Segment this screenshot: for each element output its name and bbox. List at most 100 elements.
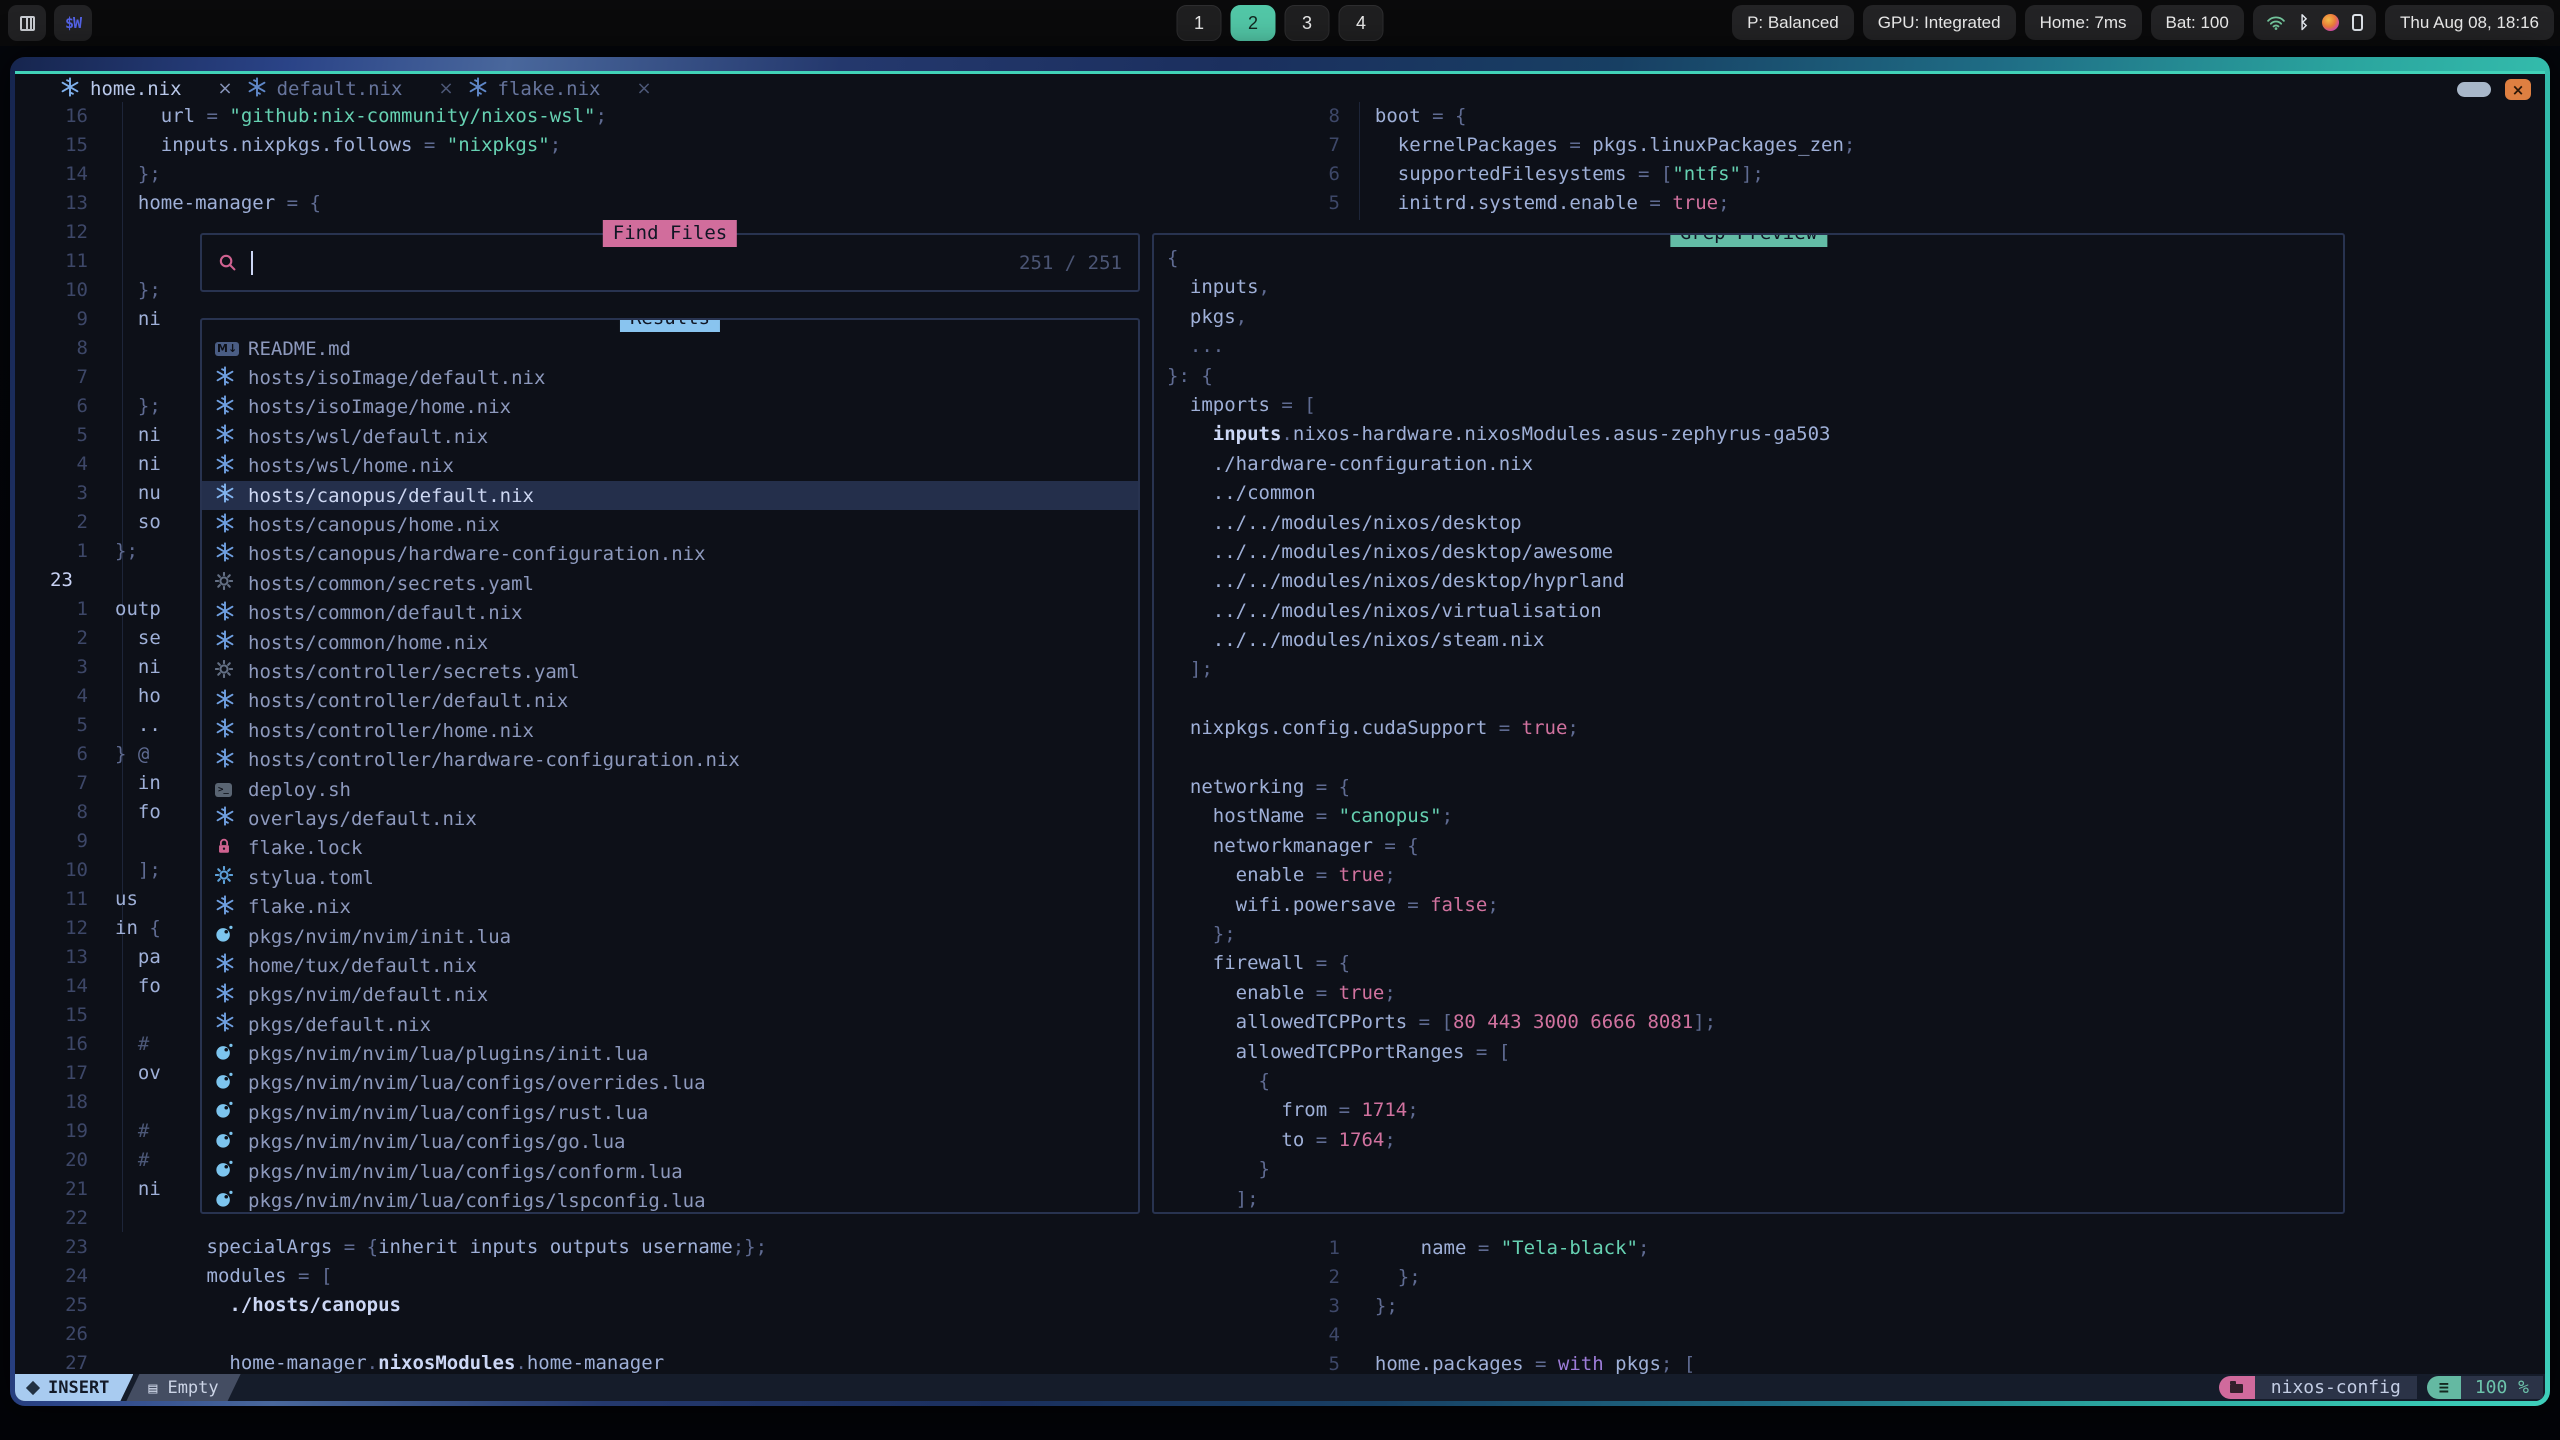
result-item[interactable]: pkgs/nvim/nvim/lua/configs/lspconfig.lua — [202, 1186, 1138, 1214]
line-number: 26 — [48, 1320, 88, 1349]
result-item[interactable]: M↓README.md — [202, 334, 1138, 363]
right-editor-pane-top[interactable]: 8 boot = {7 kernelPackages = pkgs.linuxP… — [1310, 102, 1855, 218]
right-editor-pane-bottom[interactable]: 1 name = "Tela-black";2 };3 };45 home.pa… — [1310, 1234, 1695, 1379]
result-filename: pkgs/nvim/nvim/lua/configs/lspconfig.lua — [248, 1190, 706, 1212]
editor-window-body: home.nix×default.nix×flake.nix× × 16 url… — [15, 71, 2545, 1401]
line-number: 1 — [48, 537, 88, 566]
result-filename: pkgs/nvim/default.nix — [248, 984, 488, 1006]
result-item[interactable]: hosts/controller/hardware-configuration.… — [202, 745, 1138, 774]
window-pill-button[interactable] — [2457, 82, 2491, 97]
result-item[interactable]: hosts/canopus/default.nix — [202, 481, 1138, 510]
preview-line: hostName = "canopus"; — [1167, 802, 1830, 831]
window-close-button[interactable]: × — [2505, 79, 2531, 100]
result-item[interactable]: hosts/common/secrets.yaml — [202, 569, 1138, 598]
result-item[interactable]: hosts/isoImage/default.nix — [202, 363, 1138, 392]
bluetooth-icon[interactable]: ᛒ — [2299, 13, 2309, 33]
result-item[interactable]: pkgs/nvim/nvim/lua/configs/overrides.lua — [202, 1069, 1138, 1098]
line-number: 5 — [48, 421, 88, 450]
result-filename: hosts/common/default.nix — [248, 602, 523, 624]
battery-status: Bat: 100 — [2151, 5, 2244, 40]
preview-code: { inputs, pkgs, ...}: { imports = [ inpu… — [1167, 244, 1830, 1214]
preview-line — [1167, 744, 1830, 773]
result-filename: hosts/controller/default.nix — [248, 690, 568, 712]
preview-line: ../../modules/nixos/desktop/awesome — [1167, 538, 1830, 567]
tab-flake.nix[interactable]: flake.nix× — [468, 77, 652, 101]
result-filename: pkgs/default.nix — [248, 1014, 431, 1036]
preview-line: ./hardware-configuration.nix — [1167, 450, 1830, 479]
result-item[interactable]: hosts/wsl/home.nix — [202, 452, 1138, 481]
nix-icon — [215, 630, 235, 655]
result-item[interactable]: overlays/default.nix — [202, 804, 1138, 833]
result-item[interactable]: hosts/canopus/hardware-configuration.nix — [202, 540, 1138, 569]
lua-icon — [215, 1072, 233, 1095]
result-item[interactable]: hosts/common/home.nix — [202, 628, 1138, 657]
lua-icon — [215, 1190, 233, 1213]
system-tray[interactable]: ᛒ — [2253, 5, 2376, 40]
result-item[interactable]: pkgs/nvim/nvim/lua/configs/conform.lua — [202, 1157, 1138, 1186]
preview-line: { — [1167, 1067, 1830, 1096]
result-item[interactable]: pkgs/default.nix — [202, 1010, 1138, 1039]
nix-icon — [215, 454, 235, 479]
result-filename: hosts/controller/hardware-configuration.… — [248, 749, 740, 771]
close-tab-icon[interactable]: × — [438, 78, 453, 99]
code-line: 7 kernelPackages = pkgs.linuxPackages_ze… — [1310, 131, 1855, 160]
result-item[interactable]: pkgs/nvim/default.nix — [202, 981, 1138, 1010]
firefox-icon[interactable] — [2322, 14, 2339, 31]
code-line: 6 supportedFilesystems = ["ntfs"]; — [1310, 160, 1855, 189]
line-number: 16 — [48, 1030, 88, 1059]
result-item[interactable]: hosts/controller/default.nix — [202, 687, 1138, 716]
result-item[interactable]: pkgs/nvim/nvim/init.lua — [202, 922, 1138, 951]
workspace-4[interactable]: 4 — [1339, 5, 1384, 41]
result-item[interactable]: flake.nix — [202, 892, 1138, 921]
close-tab-icon[interactable]: × — [218, 78, 233, 99]
mode-label: INSERT — [48, 1378, 109, 1398]
result-item[interactable]: pkgs/nvim/nvim/lua/configs/go.lua — [202, 1128, 1138, 1157]
nix-icon — [247, 77, 267, 101]
line-number: 6 — [48, 740, 88, 769]
tab-home.nix[interactable]: home.nix× — [60, 77, 233, 101]
yaml-gear-icon — [215, 660, 233, 683]
phone-icon[interactable] — [2352, 14, 2363, 31]
workspace-3[interactable]: 3 — [1285, 5, 1330, 41]
preview-line: to = 1764; — [1167, 1126, 1830, 1155]
app-launcher-button[interactable] — [8, 5, 46, 41]
line-number: 5 — [48, 711, 88, 740]
toml-gear-icon — [215, 866, 233, 889]
result-item[interactable]: hosts/controller/secrets.yaml — [202, 657, 1138, 686]
result-filename: pkgs/nvim/nvim/lua/configs/rust.lua — [248, 1102, 648, 1124]
close-tab-icon[interactable]: × — [637, 78, 652, 99]
code-line: 13 home-manager = { — [48, 189, 767, 218]
workspace-1[interactable]: 1 — [1177, 5, 1222, 41]
wifi-icon[interactable] — [2266, 14, 2286, 31]
window-controls: × — [2457, 79, 2531, 100]
result-filename: hosts/canopus/home.nix — [248, 514, 500, 536]
result-filename: pkgs/nvim/nvim/lua/configs/overrides.lua — [248, 1072, 706, 1094]
preview-line: ../../modules/nixos/steam.nix — [1167, 626, 1830, 655]
result-item[interactable]: pkgs/nvim/nvim/lua/configs/rust.lua — [202, 1098, 1138, 1127]
result-filename: hosts/common/home.nix — [248, 632, 488, 654]
find-files-popup[interactable]: Find Files 251 / 251 — [200, 233, 1140, 292]
workspace-2[interactable]: 2 — [1231, 5, 1276, 41]
folder-icon — [2230, 1384, 2243, 1393]
result-item[interactable]: flake.lock — [202, 834, 1138, 863]
result-item[interactable]: home/tux/default.nix — [202, 951, 1138, 980]
lua-icon — [215, 1043, 233, 1066]
nix-icon — [215, 542, 235, 567]
buffer-label: Empty — [167, 1378, 218, 1398]
result-item[interactable]: hosts/isoImage/home.nix — [202, 393, 1138, 422]
result-item[interactable]: hosts/wsl/default.nix — [202, 422, 1138, 451]
result-item[interactable]: >_deploy.sh — [202, 775, 1138, 804]
result-item[interactable]: hosts/controller/home.nix — [202, 716, 1138, 745]
line-number: 14 — [48, 160, 88, 189]
nix-icon — [215, 601, 235, 626]
result-item[interactable]: hosts/canopus/home.nix — [202, 510, 1138, 539]
logo-button[interactable]: $W — [54, 5, 92, 41]
result-filename: hosts/controller/secrets.yaml — [248, 661, 580, 683]
result-item[interactable]: stylua.toml — [202, 863, 1138, 892]
result-item[interactable]: pkgs/nvim/nvim/lua/plugins/init.lua — [202, 1039, 1138, 1068]
apps-grid-icon — [20, 16, 35, 31]
code-line: 25 ./hosts/canopus — [48, 1291, 767, 1320]
tab-default.nix[interactable]: default.nix× — [247, 77, 454, 101]
result-item[interactable]: hosts/common/default.nix — [202, 599, 1138, 628]
topbar-left: $W — [8, 5, 92, 41]
